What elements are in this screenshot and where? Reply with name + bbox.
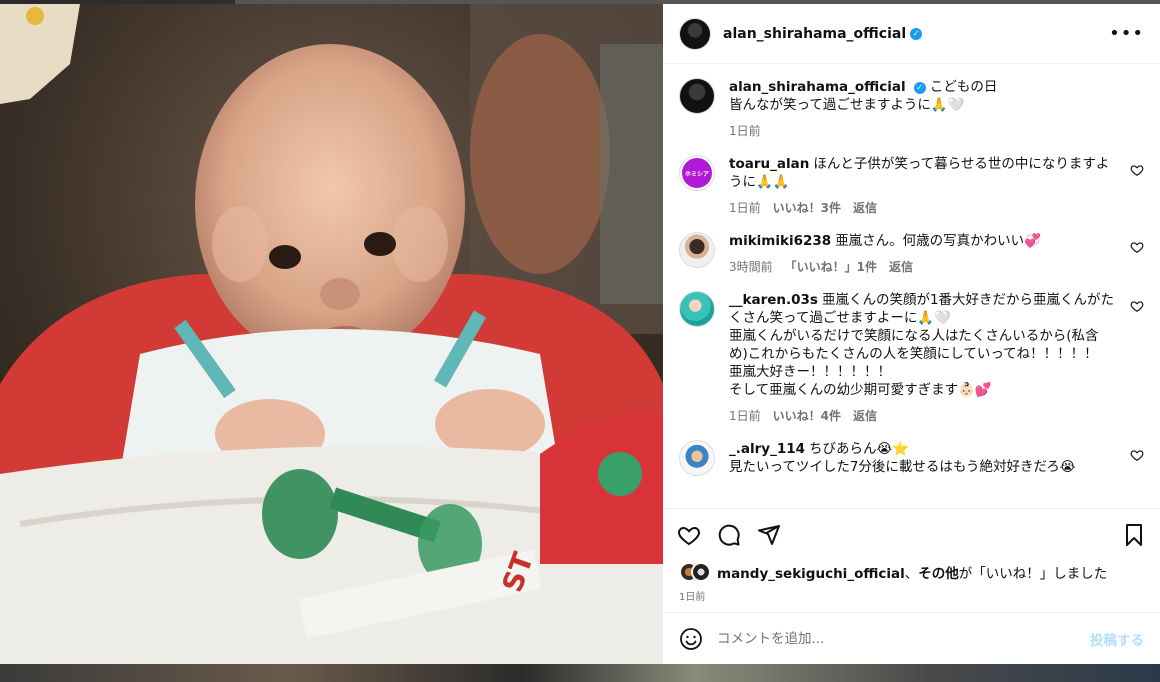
others-link[interactable]: その他 bbox=[918, 566, 959, 582]
comments-list[interactable]: alan_shirahama_official ✓ こどもの日 皆んなが笑って過ご… bbox=[663, 64, 1160, 508]
commenter-username[interactable]: __karen.03s bbox=[729, 292, 818, 308]
heart-icon[interactable] bbox=[1130, 240, 1144, 254]
reply-button[interactable]: 返信 bbox=[889, 258, 913, 275]
post-button[interactable]: 投稿する bbox=[1090, 629, 1144, 649]
comment-text: ちびあらん😭⭐️ bbox=[809, 441, 910, 457]
share-icon[interactable] bbox=[757, 523, 781, 547]
comment-item: ホミシア toaru_alan ほんと子供が笑って暮らせる世の中になりますように🙏… bbox=[679, 155, 1144, 216]
comment-text: 亜嵐さん。何歳の写真かわいい💞 bbox=[835, 233, 1041, 249]
commenter-avatar[interactable] bbox=[679, 291, 715, 327]
comment-likes[interactable]: 「いいね！」1件 bbox=[785, 258, 877, 275]
comment-icon[interactable] bbox=[717, 523, 741, 547]
comment-time[interactable]: 1日前 bbox=[729, 407, 761, 424]
author-avatar[interactable] bbox=[679, 17, 711, 50]
comment-text-line: 亜嵐大好きー！！！！！！ bbox=[729, 364, 891, 380]
liker-username[interactable]: mandy_sekiguchi_official bbox=[717, 566, 905, 582]
likes-separator: 、 bbox=[904, 566, 919, 582]
likes-text: mandy_sekiguchi_official、その他が「いいね！」しました bbox=[717, 562, 1107, 582]
comment-item: _.alry_114 ちびあらん😭⭐️ 見たいってツイした7分後に載せるはもう絶対… bbox=[679, 440, 1144, 476]
comment-input[interactable] bbox=[717, 630, 1090, 647]
commenter-username[interactable]: mikimiki6238 bbox=[729, 233, 831, 249]
commenter-avatar[interactable]: ホミシア bbox=[679, 155, 715, 191]
heart-icon[interactable] bbox=[1130, 163, 1144, 177]
reply-button[interactable]: 返信 bbox=[853, 407, 877, 424]
heart-icon[interactable] bbox=[1130, 448, 1144, 462]
comment-likes[interactable]: いいね！3件 bbox=[773, 199, 841, 216]
likes-suffix: が「いいね！」しました bbox=[958, 566, 1108, 582]
comment-text-line: 見たいってツイした7分後に載せるはもう絶対好きだろ😭 bbox=[729, 459, 1076, 475]
commenter-avatar[interactable] bbox=[679, 232, 715, 268]
side-panel: alan_shirahama_official ✓ ••• alan_shira… bbox=[663, 4, 1160, 664]
more-icon[interactable]: ••• bbox=[1109, 23, 1144, 44]
backdrop-grid-bottom bbox=[0, 664, 1160, 682]
comment-text-line: 亜嵐くんがいるだけで笑顔になる人はたくさんいるから(私含め)これからもたくさんの… bbox=[729, 328, 1099, 362]
commenter-username[interactable]: _.alry_114 bbox=[729, 441, 805, 457]
caption-username[interactable]: alan_shirahama_official bbox=[729, 79, 906, 95]
caption-line-2: 皆んなが笑って過ごせますように🙏🤍 bbox=[729, 97, 965, 113]
heart-icon[interactable] bbox=[677, 523, 701, 547]
verified-icon: ✓ bbox=[913, 82, 926, 94]
comment-likes[interactable]: いいね！4件 bbox=[773, 407, 841, 424]
bookmark-icon[interactable] bbox=[1122, 523, 1146, 547]
caption-time[interactable]: 1日前 bbox=[729, 122, 761, 139]
post-date[interactable]: 1日前 bbox=[663, 584, 1160, 612]
caption-line-1: こどもの日 bbox=[929, 79, 998, 95]
verified-icon: ✓ bbox=[910, 27, 923, 40]
comment-text-line: そして亜嵐くんの幼少期可愛すぎます👶🏻💕 bbox=[729, 382, 992, 398]
author-username[interactable]: alan_shirahama_official bbox=[723, 26, 906, 42]
comment-time[interactable]: 1日前 bbox=[729, 199, 761, 216]
commenter-username[interactable]: toaru_alan bbox=[729, 156, 809, 172]
heart-icon[interactable] bbox=[1130, 299, 1144, 313]
action-bar bbox=[663, 508, 1160, 560]
comment-item: __karen.03s 亜嵐くんの笑顔が1番大好きだから亜嵐くんがたくさん笑って過… bbox=[679, 291, 1144, 424]
avatar-text: ホミシア bbox=[682, 158, 712, 188]
post-photo[interactable]: ST bbox=[0, 4, 663, 664]
likes-summary: mandy_sekiguchi_official、その他が「いいね！」しました bbox=[663, 560, 1160, 584]
emoji-icon[interactable] bbox=[679, 627, 703, 651]
post-modal: ST alan_shirahama_official ✓ ••• alan_sh… bbox=[0, 4, 1160, 664]
baby-photo-image: ST bbox=[0, 4, 663, 664]
comment-item: mikimiki6238 亜嵐さん。何歳の写真かわいい💞 3時間前 「いいね！」1… bbox=[679, 232, 1144, 275]
caption-avatar[interactable] bbox=[679, 78, 715, 114]
caption: alan_shirahama_official ✓ こどもの日 皆んなが笑って過ご… bbox=[679, 78, 1144, 139]
liker-avatar[interactable] bbox=[691, 562, 711, 582]
comment-time[interactable]: 3時間前 bbox=[729, 258, 773, 275]
reply-button[interactable]: 返信 bbox=[853, 199, 877, 216]
post-header: alan_shirahama_official ✓ ••• bbox=[663, 4, 1160, 64]
comment-composer: 投稿する bbox=[663, 612, 1160, 664]
commenter-avatar[interactable] bbox=[679, 440, 715, 476]
